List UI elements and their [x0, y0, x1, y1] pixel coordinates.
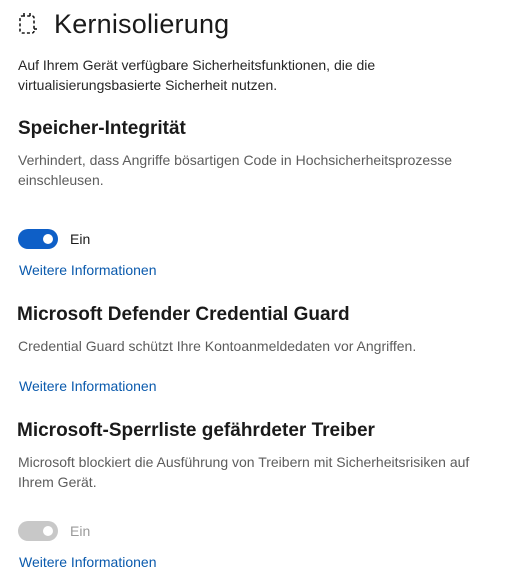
section-title-memory-integrity: Speicher-Integrität [18, 118, 186, 139]
core-isolation-page: Kernisolierung Auf Ihrem Gerät verfügbar… [0, 0, 518, 578]
section-title-driver-blocklist: Microsoft-Sperrliste gefährdeter Treiber [17, 420, 375, 441]
driver-blocklist-more-info-link[interactable]: Weitere Informationen [19, 554, 156, 570]
memory-integrity-toggle-row: Ein [18, 229, 90, 249]
section-desc-driver-blocklist: Microsoft blockiert die Ausführung von T… [18, 454, 470, 490]
memory-integrity-toggle[interactable] [18, 229, 58, 249]
intro-text: Auf Ihrem Gerät verfügbare Sicherheitsfu… [18, 57, 376, 93]
page-header: Kernisolierung [17, 6, 229, 42]
core-isolation-chip-icon [17, 12, 39, 36]
toggle-knob [43, 526, 53, 536]
credential-guard-more-info-link[interactable]: Weitere Informationen [19, 378, 156, 394]
driver-blocklist-toggle-row: Ein [18, 521, 90, 541]
driver-blocklist-toggle-label: Ein [70, 523, 91, 539]
toggle-knob [43, 234, 53, 244]
memory-integrity-more-info-link[interactable]: Weitere Informationen [19, 262, 156, 278]
memory-integrity-toggle-label: Ein [70, 231, 91, 247]
page-title: Kernisolierung [54, 8, 230, 39]
section-title-credential-guard: Microsoft Defender Credential Guard [17, 304, 350, 325]
section-desc-memory-integrity: Verhindert, dass Angriffe bösartigen Cod… [18, 152, 452, 188]
section-desc-credential-guard: Credential Guard schützt Ihre Kontoanmel… [18, 338, 417, 354]
driver-blocklist-toggle[interactable] [18, 521, 58, 541]
